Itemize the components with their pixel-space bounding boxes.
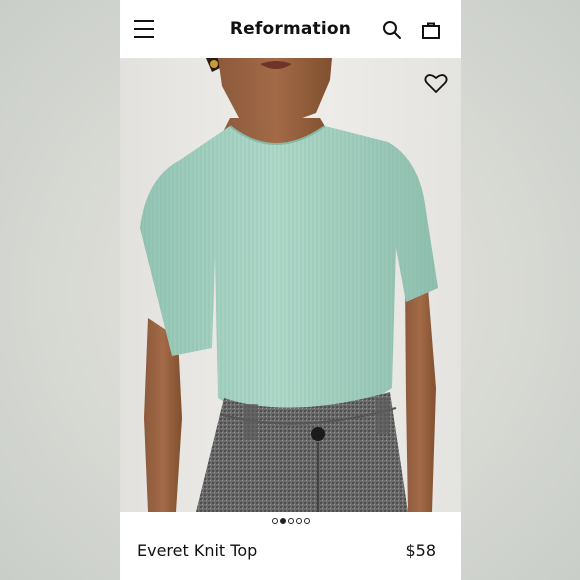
pagination-dot-active[interactable] — [279, 518, 286, 524]
heart-outline-icon[interactable] — [424, 72, 448, 94]
brand-logo[interactable]: Reformation — [230, 19, 351, 39]
product-image[interactable] — [120, 58, 461, 512]
search-icon[interactable] — [382, 20, 402, 40]
pagination-dot[interactable] — [303, 518, 310, 524]
top-navigation-bar: Reformation — [120, 0, 461, 58]
pagination-dot[interactable] — [271, 518, 278, 524]
product-name: Everet Knit Top — [137, 541, 258, 560]
hamburger-menu-icon[interactable] — [134, 20, 154, 38]
image-pagination-dots — [120, 518, 461, 524]
pagination-dot[interactable] — [295, 518, 302, 524]
app-screen: Reformation Everet Knit Top $58 — [120, 0, 461, 580]
model-photo — [120, 58, 461, 512]
shopping-bag-icon[interactable] — [421, 20, 441, 40]
product-price: $58 — [405, 541, 436, 560]
pagination-dot[interactable] — [287, 518, 294, 524]
